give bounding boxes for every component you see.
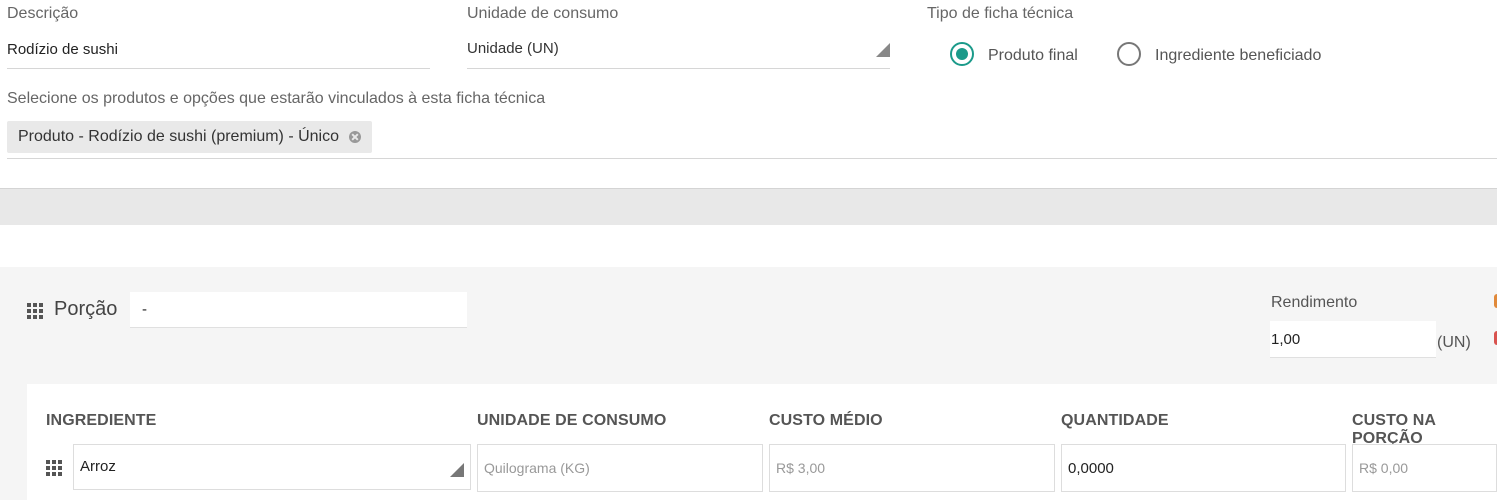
description-input[interactable]: Rodízio de sushi (7, 41, 118, 58)
yield-label: Rendimento (1271, 294, 1358, 311)
ingredient-select[interactable]: Arroz (73, 444, 471, 490)
portion-panel: Porção - Rendimento 1,00 (UN) INGREDIENT… (0, 267, 1497, 500)
avg-cost-field: R$ 3,00 (769, 444, 1055, 492)
yield-unit: (UN) (1437, 334, 1471, 351)
radio-ingrediente-beneficiado[interactable]: Ingrediente beneficiado (1117, 42, 1337, 68)
yield-input[interactable]: 1,00 (1270, 321, 1436, 358)
description-underline (7, 68, 430, 69)
header-custo-porcao: CUSTO NA PORÇÃO (1352, 412, 1436, 447)
header-custo-medio: CUSTO MÉDIO (769, 412, 883, 429)
radio-ingrediente-beneficiado-label: Ingrediente beneficiado (1155, 47, 1322, 64)
section-divider (0, 188, 1497, 225)
consumption-unit-value: Unidade (UN) (467, 40, 559, 57)
ingredient-value: Arroz (80, 458, 116, 475)
products-multiselect[interactable]: Produto - Rodízio de sushi (premium) - Ú… (7, 121, 373, 153)
radio-checked-icon (950, 42, 974, 66)
products-label: Selecione os produtos e opções que estar… (7, 90, 546, 107)
header-ingrediente: INGREDIENTE (46, 412, 157, 429)
product-chip-label: Produto - Rodízio de sushi (premium) - Ú… (18, 128, 340, 145)
dropdown-triangle-icon (876, 43, 890, 57)
description-label: Descrição (7, 5, 79, 22)
product-chip: Produto - Rodízio de sushi (premium) - Ú… (7, 121, 373, 153)
unit-field: Quilograma (KG) (477, 444, 763, 492)
consumption-unit-select[interactable]: Unidade (UN) (467, 36, 890, 68)
portion-title: Porção (54, 298, 118, 320)
portion-name-input[interactable]: - (130, 292, 467, 328)
radio-produto-final[interactable]: Produto final (950, 42, 1100, 68)
row-drag-handle-icon[interactable] (46, 460, 62, 476)
radio-unchecked-icon (1117, 42, 1141, 66)
remove-chip-icon[interactable] (349, 131, 362, 143)
table-row: Arroz Quilograma (KG) R$ 3,00 0,0000 R$ … (27, 444, 1497, 500)
dropdown-triangle-icon (450, 463, 464, 477)
products-underline (7, 158, 1497, 159)
ingredients-table: INGREDIENTE UNIDADE DE CONSUMO CUSTO MÉD… (27, 384, 1497, 500)
drag-handle-icon[interactable] (27, 303, 43, 319)
consumption-unit-label: Unidade de consumo (467, 5, 619, 22)
sheet-type-label: Tipo de ficha técnica (927, 5, 1074, 22)
header-quantidade: QUANTIDADE (1061, 412, 1169, 429)
header-unidade-consumo: UNIDADE DE CONSUMO (477, 412, 667, 429)
consumption-unit-underline (467, 68, 890, 69)
radio-produto-final-label: Produto final (988, 47, 1078, 64)
quantity-input[interactable]: 0,0000 (1061, 444, 1346, 492)
portion-cost-field: R$ 0,00 (1352, 444, 1497, 492)
